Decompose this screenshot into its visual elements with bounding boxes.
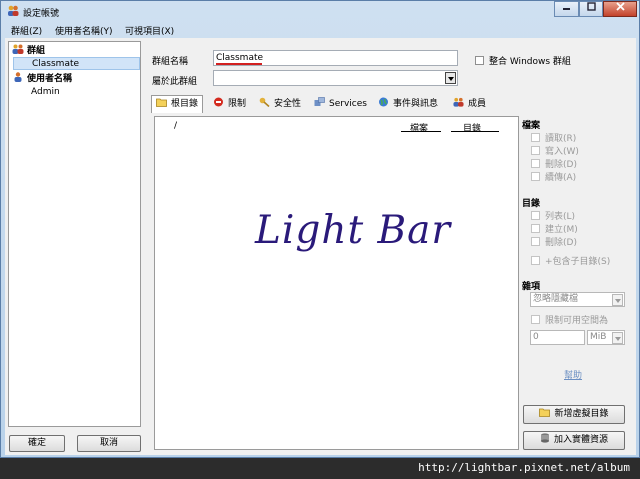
close-button[interactable] [603,1,637,17]
space-value-field[interactable]: 0 [530,330,585,345]
client-area: 群組 Classmate 使用者名稱 Admin 確定 取消 群組名稱 Clas… [5,38,636,455]
tree-users-label: 使用者名稱 [27,74,73,84]
account-tree[interactable]: 群組 Classmate 使用者名稱 Admin [8,41,141,427]
users-app-icon [8,5,19,16]
ok-button[interactable]: 確定 [9,435,65,452]
perm-create[interactable]: 建立(M) [531,222,578,235]
stop-icon [214,97,223,107]
tab-limits[interactable]: 限制 [213,97,246,113]
column-files-line [401,131,441,132]
chevron-down-icon[interactable] [612,332,623,344]
permissions-panel: 檔案 讀取(R) 寫入(W) 刪除(D) 續傳(A) 目錄 列表(L) 建立(M… [522,116,632,454]
perm-list[interactable]: 列表(L) [531,209,575,222]
group-name-value: Classmate [216,53,264,63]
column-dirs-line [451,131,499,132]
tab-label: 根目錄 [171,99,199,109]
dirs-section-title: 目錄 [522,199,541,209]
folder-icon [156,98,167,107]
help-link[interactable]: 幫助 [564,368,582,381]
perm-read[interactable]: 讀取(R) [531,131,576,144]
database-icon [540,433,549,443]
tab-events-messages[interactable]: 事件與訊息 [378,97,438,113]
tree-groups-label: 群組 [27,46,46,56]
tab-security[interactable]: 安全性 [259,97,301,113]
menu-users[interactable]: 使用者名稱(Y) [55,24,113,37]
watermark-text: Light Bar [255,208,452,253]
limit-space-checkbox[interactable]: 限制可用空間為 [531,313,608,326]
add-virtual-dir-button[interactable]: 新增虛擬目錄 [523,405,625,424]
footer-url-bar: http://lightbar.pixnet.net/album [0,458,640,479]
tab-label: 安全性 [274,99,302,109]
tree-users-node[interactable]: 使用者名稱 [12,72,72,85]
misc-section-title: 雜項 [522,282,541,292]
add-virtual-dir-label: 新增虛擬目錄 [554,409,609,419]
group-icon [12,44,24,54]
tree-item-label: Classmate [32,59,80,69]
maximize-icon [586,2,596,11]
tab-members[interactable]: 成員 [453,97,486,113]
perm-delete-dir[interactable]: 刪除(D) [531,235,577,248]
minimize-icon [563,8,570,10]
column-files-header[interactable]: 檔案 [410,121,428,134]
member-of-label: 屬於此群組 [152,77,198,87]
tab-root-directory[interactable]: 根目錄 [151,95,204,113]
space-unit-value: MiB [590,332,607,342]
perm-append[interactable]: 續傳(A) [531,170,576,183]
add-physical-resource-button[interactable]: 加入實體資源 [523,431,625,450]
column-dirs-header[interactable]: 目錄 [463,121,481,134]
perm-delete-file[interactable]: 刪除(D) [531,157,577,170]
menu-view[interactable]: 可視項目(X) [125,24,174,37]
tree-item-label: Admin [31,87,60,97]
add-physical-label: 加入實體資源 [553,435,608,445]
minimize-button[interactable] [554,1,579,17]
space-unit-select[interactable]: MiB [587,330,625,345]
group-name-underline [216,63,262,65]
tree-item-admin[interactable]: Admin [13,86,140,99]
user-icon [14,72,22,82]
perm-write[interactable]: 寫入(W) [531,144,579,157]
integrate-windows-checkbox[interactable]: 整合 Windows 群組 [475,54,571,67]
chevron-down-icon[interactable] [612,294,623,306]
hidden-files-select[interactable]: 忽略隱藏檔 [530,292,625,307]
chevron-down-icon[interactable] [445,72,456,84]
tab-strip: 根目錄 限制 安全性 Services 事件與訊息 成員 [151,95,496,113]
tree-groups-node[interactable]: 群組 [12,44,45,57]
root-path: / [174,121,178,131]
maximize-button[interactable] [579,1,603,17]
settings-panel: 群組名稱 Classmate 整合 Windows 群組 屬於此群組 根目錄 限… [144,41,634,453]
cancel-button[interactable]: 取消 [77,435,141,452]
member-of-select[interactable] [213,70,458,86]
menu-groups[interactable]: 群組(Z) [11,24,42,37]
tab-label: 限制 [228,99,247,109]
directory-list[interactable]: / 檔案 目錄 Light Bar [154,116,519,450]
tree-item-classmate[interactable]: Classmate [13,57,140,70]
checkbox-box [475,56,484,65]
group-name-label: 群組名稱 [152,57,189,67]
menu-bar: 群組(Z) 使用者名稱(Y) 可視項目(X) [5,23,635,37]
members-icon [453,97,464,107]
space-value: 0 [533,332,539,342]
integrate-windows-label: 整合 Windows 群組 [489,57,571,67]
tab-services[interactable]: Services [314,97,367,113]
settings-window: 設定帳號 群組(Z) 使用者名稱(Y) 可視項目(X) 群組 Classmate [0,0,640,458]
title-bar[interactable]: 設定帳號 [1,1,639,21]
files-section-title: 檔案 [522,121,541,131]
tab-label: 事件與訊息 [393,99,439,109]
key-icon [259,97,270,107]
services-icon [314,97,325,106]
close-icon [615,2,625,11]
globe-icon [379,97,388,107]
folder-icon [539,408,551,417]
footer-url: http://lightbar.pixnet.net/album [418,461,630,474]
tab-label: Services [329,99,367,109]
window-title: 設定帳號 [23,9,60,19]
tab-label: 成員 [468,99,487,109]
hidden-files-value: 忽略隱藏檔 [533,294,579,304]
perm-include-subdirs[interactable]: +包含子目錄(S) [531,254,610,267]
